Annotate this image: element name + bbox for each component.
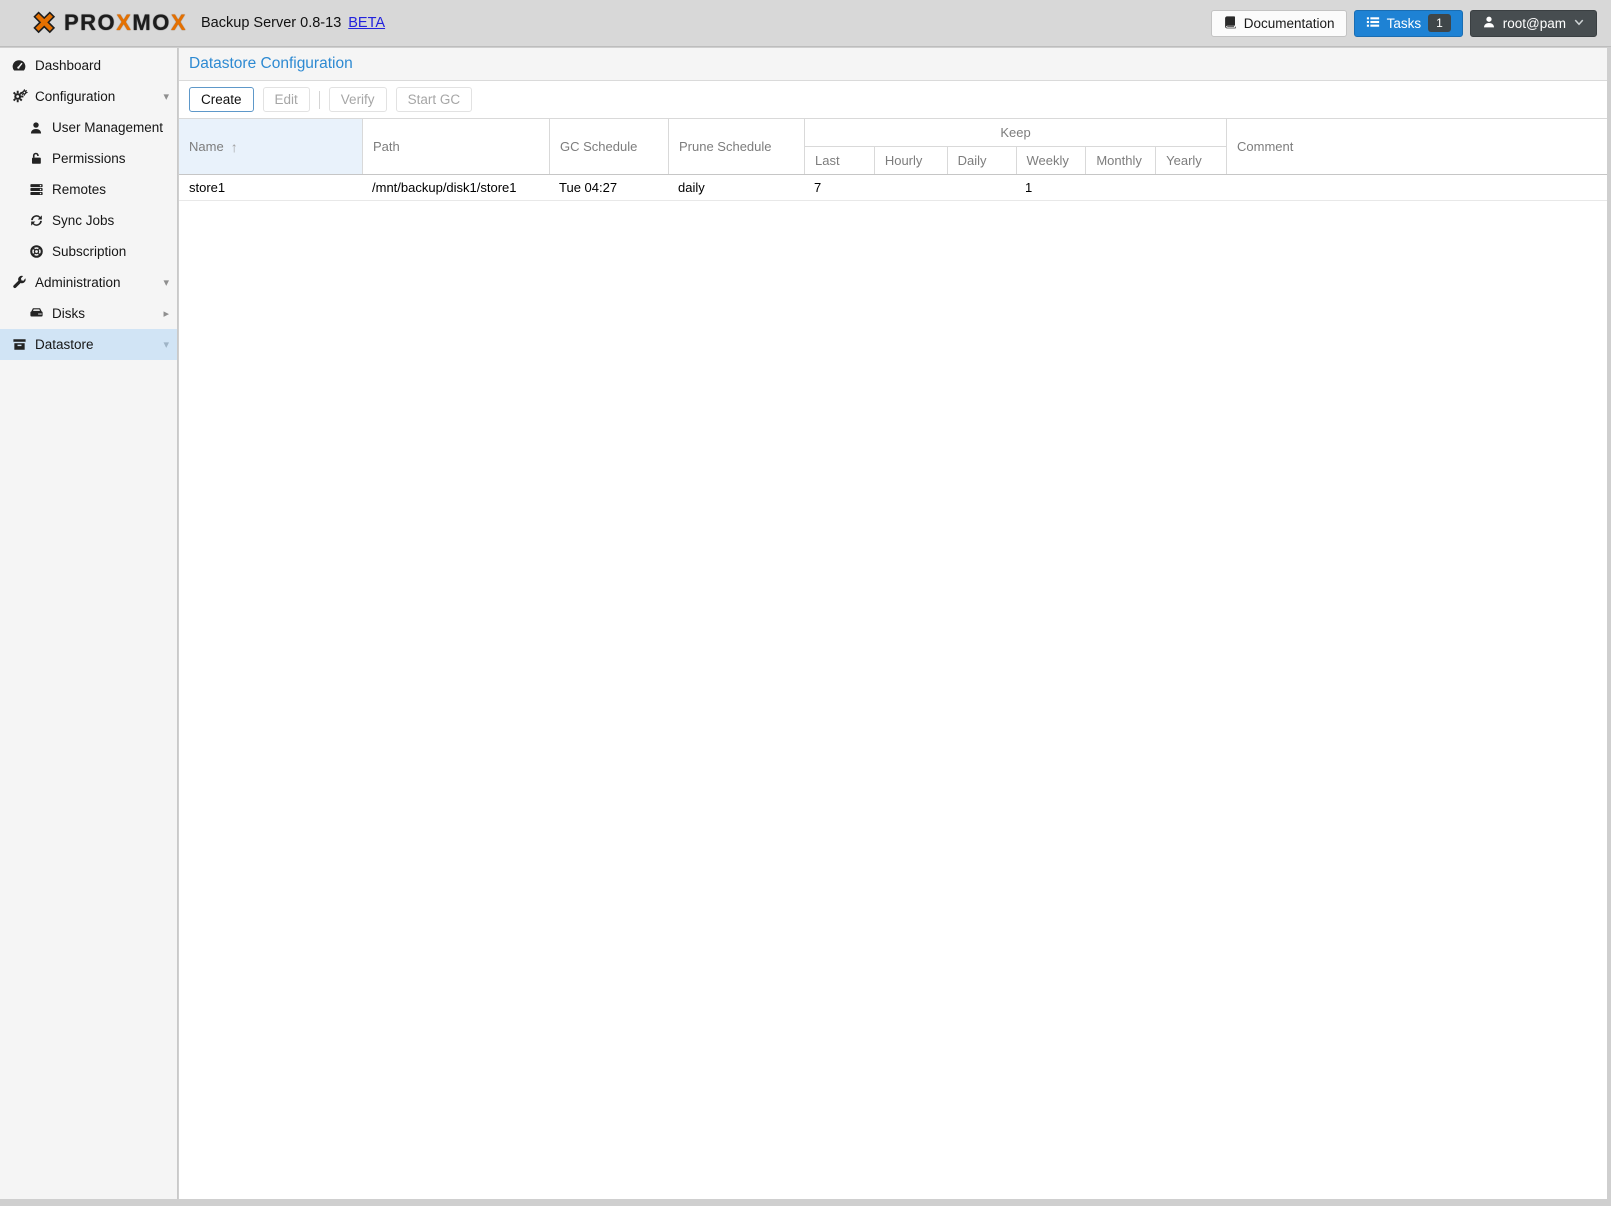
chevron-down-icon — [1573, 16, 1585, 31]
sidebar-item-dashboard[interactable]: Dashboard — [0, 50, 177, 81]
sidebar-item-user-management[interactable]: User Management — [0, 112, 177, 143]
sidebar-item-label: Administration — [35, 275, 121, 290]
sidebar-item-label: Configuration — [35, 89, 115, 104]
gears-icon — [10, 88, 28, 105]
wordmark-x1: X — [116, 10, 132, 35]
wordmark-mo: MO — [132, 10, 170, 35]
column-header-prune-schedule[interactable]: Prune Schedule — [668, 119, 804, 174]
edit-button[interactable]: Edit — [263, 87, 310, 112]
cell-prune-schedule: daily — [668, 180, 804, 195]
chevron-down-icon[interactable]: ▾ — [163, 276, 169, 289]
wordmark-x2: X — [171, 10, 187, 35]
topbar-actions: Documentation Tasks 1 — [1211, 10, 1597, 37]
sidebar-item-remotes[interactable]: Remotes — [0, 174, 177, 205]
keep-group-label: Keep — [805, 119, 1226, 147]
top-header-bar: PROXMOX Backup Server 0.8-13 BETA Docume… — [0, 0, 1611, 47]
hdd-icon — [27, 306, 45, 321]
user-icon — [1482, 15, 1496, 32]
sidebar-item-label: Datastore — [35, 337, 94, 352]
create-button[interactable]: Create — [189, 87, 254, 112]
column-header-gc-schedule[interactable]: GC Schedule — [549, 119, 668, 174]
sidebar-item-label: Sync Jobs — [52, 213, 114, 228]
sidebar-item-permissions[interactable]: Permissions — [0, 143, 177, 174]
main-content-panel: Datastore Configuration Create Edit Veri… — [179, 48, 1607, 1199]
server-icon — [27, 182, 45, 197]
list-icon — [1366, 15, 1380, 32]
sidebar-item-datastore[interactable]: Datastore ▾ — [0, 329, 177, 360]
column-header-keep-last[interactable]: Last — [805, 147, 874, 174]
toolbar-separator — [319, 91, 320, 109]
chevron-down-icon[interactable]: ▾ — [163, 90, 169, 103]
sidebar-nav: Dashboard — [0, 48, 178, 1199]
product-version-text: Backup Server 0.8-13 — [201, 15, 341, 31]
column-header-keep-daily[interactable]: Daily — [947, 147, 1016, 174]
sidebar-item-label: Disks — [52, 306, 85, 321]
column-header-keep-monthly[interactable]: Monthly — [1085, 147, 1155, 174]
chevron-down-icon[interactable]: ▾ — [163, 338, 169, 351]
sync-icon — [27, 213, 45, 228]
gauge-icon — [10, 58, 28, 74]
cell-keep-last: 7 — [804, 180, 873, 195]
sidebar-item-configuration[interactable]: Configuration ▾ — [0, 81, 177, 112]
column-header-path[interactable]: Path — [362, 119, 549, 174]
column-header-label: Path — [373, 139, 400, 154]
proxmox-backup-server-app: PROXMOX Backup Server 0.8-13 BETA Docume… — [0, 0, 1611, 1206]
sidebar-item-label: User Management — [52, 120, 163, 135]
column-header-name[interactable]: Name ↑ — [179, 119, 362, 174]
documentation-label: Documentation — [1244, 16, 1335, 31]
start-gc-button[interactable]: Start GC — [396, 87, 473, 112]
sidebar-item-label: Permissions — [52, 151, 126, 166]
page-title: Datastore Configuration — [179, 48, 1607, 81]
cell-gc-schedule: Tue 04:27 — [549, 180, 668, 195]
datastore-toolbar: Create Edit Verify Start GC — [179, 81, 1607, 118]
table-row[interactable]: store1 /mnt/backup/disk1/store1 Tue 04:2… — [179, 175, 1607, 201]
tasks-count-badge: 1 — [1428, 14, 1451, 32]
sidebar-item-label: Dashboard — [35, 58, 101, 73]
tasks-label: Tasks — [1387, 16, 1422, 31]
column-header-label: Prune Schedule — [679, 139, 772, 154]
wrench-icon — [10, 275, 28, 290]
column-group-keep: Keep Last Hourly Daily Weekly Monthly Ye… — [804, 119, 1226, 174]
cell-path: /mnt/backup/disk1/store1 — [362, 180, 549, 195]
sidebar-item-subscription[interactable]: Subscription — [0, 236, 177, 267]
column-header-keep-hourly[interactable]: Hourly — [874, 147, 947, 174]
sidebar-item-administration[interactable]: Administration ▾ — [0, 267, 177, 298]
sidebar-item-sync-jobs[interactable]: Sync Jobs — [0, 205, 177, 236]
column-header-label: Name — [189, 139, 224, 154]
sidebar-item-disks[interactable]: Disks ▸ — [0, 298, 177, 329]
table-header: Name ↑ Path GC Schedule Prune Schedule K… — [179, 118, 1607, 175]
keep-subcolumns: Last Hourly Daily Weekly Monthly Yearly — [805, 147, 1226, 174]
book-icon — [1223, 15, 1237, 32]
column-header-label: GC Schedule — [560, 139, 637, 154]
sidebar-item-label: Remotes — [52, 182, 106, 197]
wordmark-pro: PRO — [64, 10, 116, 35]
unlock-icon — [27, 151, 45, 166]
column-header-keep-weekly[interactable]: Weekly — [1016, 147, 1086, 174]
chevron-right-icon[interactable]: ▸ — [163, 307, 169, 320]
beta-link[interactable]: BETA — [348, 15, 385, 31]
support-icon — [27, 244, 45, 259]
proxmox-wordmark: PROXMOX — [64, 10, 187, 36]
documentation-button[interactable]: Documentation — [1211, 10, 1347, 37]
proxmox-logo: PROXMOX — [30, 10, 187, 37]
column-header-comment[interactable]: Comment — [1226, 119, 1607, 174]
cell-name: store1 — [179, 180, 362, 195]
user-icon — [27, 121, 45, 135]
user-menu-button[interactable]: root@pam — [1470, 10, 1597, 37]
tasks-button[interactable]: Tasks 1 — [1354, 10, 1463, 37]
page-title-text: Datastore Configuration — [189, 55, 353, 73]
verify-button[interactable]: Verify — [329, 87, 387, 112]
archive-icon — [10, 337, 28, 352]
sort-ascending-icon: ↑ — [231, 139, 238, 155]
cell-keep-weekly: 1 — [1015, 180, 1085, 195]
user-label: root@pam — [1503, 16, 1566, 31]
column-header-label: Comment — [1237, 139, 1293, 154]
proxmox-x-icon — [30, 10, 57, 37]
column-header-keep-yearly[interactable]: Yearly — [1155, 147, 1226, 174]
sidebar-item-label: Subscription — [52, 244, 126, 259]
